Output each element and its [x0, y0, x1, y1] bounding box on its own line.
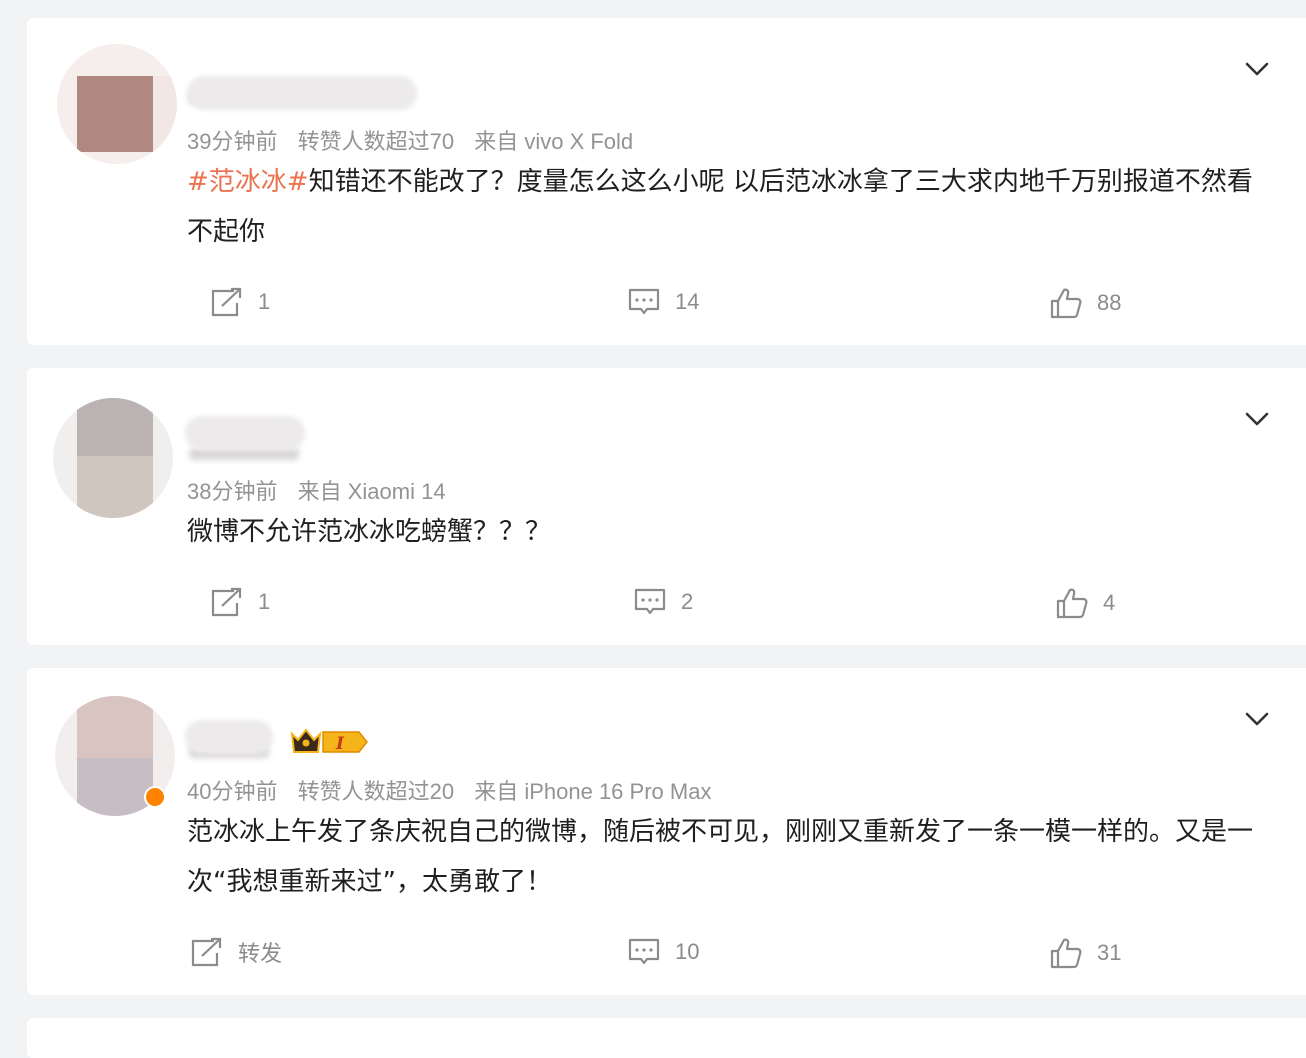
repost-label: 转发 [238, 941, 283, 966]
post-body: 范冰冰上午发了条庆祝自己的微博，随后被不可见，刚刚又重新发了一条一模一样的。又是… [187, 817, 1254, 897]
avatar[interactable] [53, 398, 173, 518]
post-meta: 38分钟前 来自 Xiaomi 14 [187, 474, 446, 506]
vip-crown-badge[interactable]: I [289, 726, 369, 758]
action-bar: 1 14 88 [27, 286, 1306, 326]
post-meta: 40分钟前 转赞人数超过20 来自 iPhone 16 Pro Max [187, 774, 711, 806]
post-body: 知错还不能改了？度量怎么这么小呢 以后范冰冰拿了三大求内地千万别报道不然看不起你 [187, 167, 1253, 247]
svg-text:I: I [335, 734, 345, 754]
reposts-note: 转赞人数超过20 [297, 779, 455, 804]
action-bar: 转发 10 31 [27, 936, 1306, 976]
post-body: 微博不允许范冰冰吃螃蟹？？？ [187, 517, 552, 547]
repost-button[interactable]: 转发 [190, 936, 282, 968]
weibo-feed: 39分钟前 转赞人数超过70 来自 vivo X Fold #范冰冰#知错还不能… [0, 0, 1306, 1058]
comment-icon [628, 288, 660, 315]
username-blur-mask [187, 76, 417, 110]
post-source: 来自 Xiaomi 14 [297, 479, 446, 504]
chevron-down-icon[interactable] [1244, 706, 1270, 732]
post-source: 来自 vivo X Fold [474, 129, 634, 154]
comment-count: 14 [675, 289, 700, 314]
like-count: 31 [1097, 940, 1122, 965]
repost-button[interactable]: 1 [210, 586, 270, 618]
action-bar: 1 2 4 [27, 586, 1306, 626]
post-text: 范冰冰上午发了条庆祝自己的微博，随后被不可见，刚刚又重新发了一条一模一样的。又是… [187, 807, 1267, 907]
thumbs-up-icon [1056, 588, 1088, 619]
username-blur-mask [185, 720, 273, 754]
post-source: 来自 iPhone 16 Pro Max [474, 779, 712, 804]
comment-button[interactable]: 10 [627, 936, 699, 968]
comment-button[interactable]: 2 [633, 586, 693, 618]
thumbs-up-icon [1050, 288, 1082, 319]
post-text: #范冰冰#知错还不能改了？度量怎么这么小呢 以后范冰冰拿了三大求内地千万别报道不… [187, 157, 1267, 257]
like-button[interactable]: 88 [1049, 286, 1121, 320]
repost-button[interactable]: 1 [210, 286, 270, 318]
avatar[interactable] [57, 44, 177, 164]
post-time[interactable]: 40分钟前 [187, 779, 277, 804]
repost-icon [211, 287, 242, 317]
like-button[interactable]: 4 [1055, 586, 1115, 620]
post-card: I 40分钟前 转赞人数超过20 来自 iPhone 16 Pro Max 范冰… [27, 668, 1306, 995]
comment-icon [634, 588, 666, 615]
username-blur-mask [185, 416, 305, 450]
post-text: 微博不允许范冰冰吃螃蟹？？？ [187, 507, 1267, 557]
reposts-note: 转赞人数超过70 [297, 129, 455, 154]
post-card-partial [27, 1018, 1306, 1058]
like-count: 88 [1097, 290, 1122, 315]
post-time[interactable]: 39分钟前 [187, 129, 277, 154]
thumbs-up-icon [1050, 938, 1082, 969]
like-button[interactable]: 31 [1049, 936, 1121, 970]
post-card: 39分钟前 转赞人数超过70 来自 vivo X Fold #范冰冰#知错还不能… [27, 18, 1306, 345]
comment-button[interactable]: 14 [627, 286, 699, 318]
chevron-down-icon[interactable] [1244, 56, 1270, 82]
topic-link[interactable]: #范冰冰# [187, 167, 309, 197]
comment-count: 10 [675, 939, 700, 964]
repost-count: 1 [258, 589, 271, 614]
repost-count: 1 [258, 289, 271, 314]
like-count: 4 [1103, 590, 1116, 615]
post-card: 38分钟前 来自 Xiaomi 14 微博不允许范冰冰吃螃蟹？？？ 1 2 4 [27, 368, 1306, 645]
comment-count: 2 [681, 589, 694, 614]
repost-icon [191, 937, 222, 967]
verified-badge [144, 786, 166, 808]
repost-icon [211, 587, 242, 617]
post-time[interactable]: 38分钟前 [187, 479, 277, 504]
comment-icon [628, 938, 660, 965]
chevron-down-icon[interactable] [1244, 406, 1270, 432]
post-meta: 39分钟前 转赞人数超过70 来自 vivo X Fold [187, 124, 633, 156]
